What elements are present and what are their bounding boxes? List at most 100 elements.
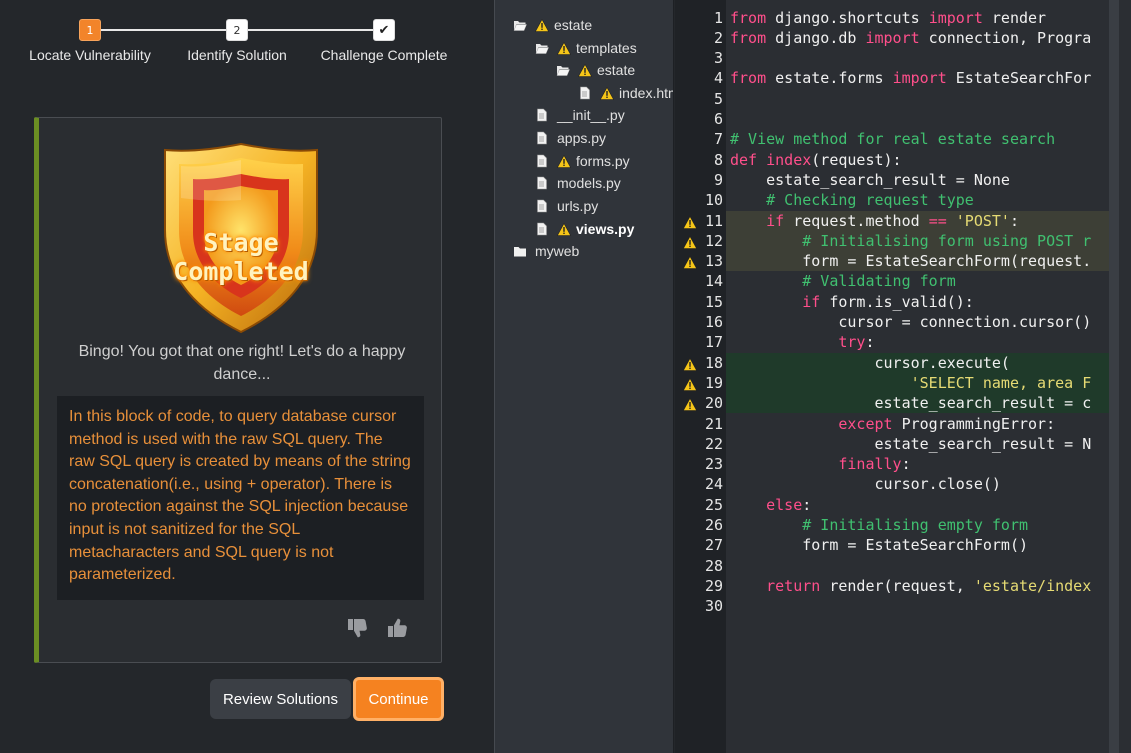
file-tree: estate templates estate index.html __init__.… (494, 0, 674, 753)
tree-item-label: myweb (535, 243, 580, 259)
step-label: Challenge Complete (320, 47, 448, 63)
line-number: 12 (675, 231, 723, 251)
line-number: 24 (704, 475, 723, 494)
line-number: 15 (704, 292, 723, 311)
warning-icon (556, 154, 572, 168)
code-line: def index(request): (730, 150, 902, 169)
code-line: from django.db import connection, Progra (730, 28, 1092, 47)
warning-icon (682, 376, 698, 391)
step-locate-vulnerability: 1 Locate Vulnerability (5, 19, 175, 63)
tree-item-label: estate (597, 62, 636, 78)
code-line: if form.is_valid(): (802, 292, 974, 311)
tree-item-label: forms.py (576, 153, 630, 169)
warning-icon (682, 356, 698, 371)
code-line: # Initialising empty form (802, 516, 1029, 534)
warning-icon (682, 214, 698, 229)
code-line: from estate.forms import EstateSearchFor (730, 69, 1092, 88)
tree-item-estate[interactable]: estate (513, 14, 592, 36)
checkmark-icon: ✔ (373, 19, 395, 41)
thumbs-up-icon[interactable] (385, 616, 409, 640)
editor-margin (1119, 0, 1131, 753)
code-line: form = EstateSearchForm(request. (726, 251, 1109, 272)
warning-icon (682, 234, 698, 249)
code-line: cursor.execute( (726, 352, 1109, 373)
review-solutions-button[interactable]: Review Solutions (210, 679, 351, 719)
line-number: 21 (704, 414, 723, 433)
code-line: # Checking request type (766, 191, 974, 210)
result-card: Stage Completed Bingo! You got that one … (34, 117, 442, 663)
warning-icon (534, 18, 550, 32)
folder-open-icon (535, 41, 549, 55)
warning-icon (599, 86, 615, 100)
step-label: Identify Solution (187, 47, 287, 63)
file-icon (535, 131, 549, 145)
line-number: 20 (675, 393, 723, 413)
code-line: try: (838, 333, 875, 352)
line-number: 18 (675, 353, 723, 373)
code-line: # Initialising form using POST r (726, 230, 1109, 252)
editor-scrollbar[interactable] (1109, 0, 1119, 753)
tree-item-estate[interactable]: estate (556, 59, 635, 81)
folder-icon (513, 244, 527, 258)
tree-item-templates[interactable]: templates (535, 37, 637, 59)
tree-item-forms-py[interactable]: forms.py (535, 150, 630, 172)
line-number: 9 (713, 170, 723, 189)
tree-item-label: estate (554, 17, 593, 33)
line-number: 19 (675, 373, 723, 393)
code-line: finally: (838, 455, 911, 474)
tree-item-urls-py[interactable]: urls.py (535, 195, 598, 217)
line-number: 26 (704, 516, 723, 534)
shield-badge-icon: Stage Completed (161, 140, 321, 336)
thumbs-down-icon[interactable] (345, 616, 369, 640)
line-number: 2 (713, 28, 723, 47)
line-number: 8 (713, 150, 723, 169)
folder-open-icon (556, 63, 570, 77)
code-content[interactable]: from django.shortcuts import render from … (726, 0, 1109, 753)
code-line: if request.method == 'POST': (726, 210, 1109, 231)
code-line: cursor = connection.cursor() (730, 313, 1092, 331)
step-badge: 1 (79, 19, 101, 41)
code-line: form = EstateSearchForm() (730, 536, 1029, 555)
warning-icon (556, 41, 572, 55)
tree-item-views-py[interactable]: views.py (535, 218, 634, 240)
line-number: 22 (704, 434, 723, 453)
code-line: cursor.close() (730, 475, 1001, 494)
line-number: 29 (704, 576, 723, 595)
line-number: 7 (713, 130, 723, 149)
explanation-box: In this block of code, to query database… (57, 396, 424, 600)
line-number: 14 (704, 272, 723, 291)
file-icon (535, 199, 549, 213)
line-number: 6 (713, 110, 723, 128)
step-label: Locate Vulnerability (29, 47, 151, 63)
file-icon (535, 222, 549, 236)
code-line: 'SELECT name, area F (726, 372, 1109, 394)
warning-icon (682, 396, 698, 411)
code-line: estate_search_result = N (730, 434, 1092, 453)
tree-item-label: templates (576, 40, 637, 56)
tree-item-myweb[interactable]: myweb (513, 240, 579, 262)
folder-open-icon (513, 18, 527, 32)
warning-icon (577, 63, 593, 77)
tree-item-label: views.py (576, 221, 635, 237)
line-number: 17 (704, 333, 723, 352)
tree-item-label: models.py (557, 175, 621, 191)
tree-item--init-py[interactable]: __init__.py (535, 104, 625, 126)
line-number: 25 (704, 495, 723, 514)
file-icon (578, 86, 592, 100)
progress-stepper: 1 Locate Vulnerability 2 Identify Soluti… (0, 0, 493, 80)
stage-completed-title: Stage Completed (173, 228, 309, 286)
code-editor: 1 2 3 4 5 6 7 8 9 10 11 12 13 14 15 16 17 18 19 20 21 22 23 24 2… (675, 0, 1131, 753)
tree-item-apps-py[interactable]: apps.py (535, 127, 606, 149)
step-identify-solution: 2 Identify Solution (152, 19, 322, 63)
line-number: 1 (713, 8, 723, 27)
line-number: 11 (675, 211, 723, 231)
file-icon (535, 108, 549, 122)
tree-item-label: apps.py (557, 130, 607, 146)
tree-item-index-html[interactable]: index.html (578, 82, 673, 104)
line-number: 27 (704, 536, 723, 555)
continue-button[interactable]: Continue (353, 677, 444, 721)
tree-item-models-py[interactable]: models.py (535, 172, 621, 194)
tree-item-label: __init__.py (557, 107, 625, 123)
